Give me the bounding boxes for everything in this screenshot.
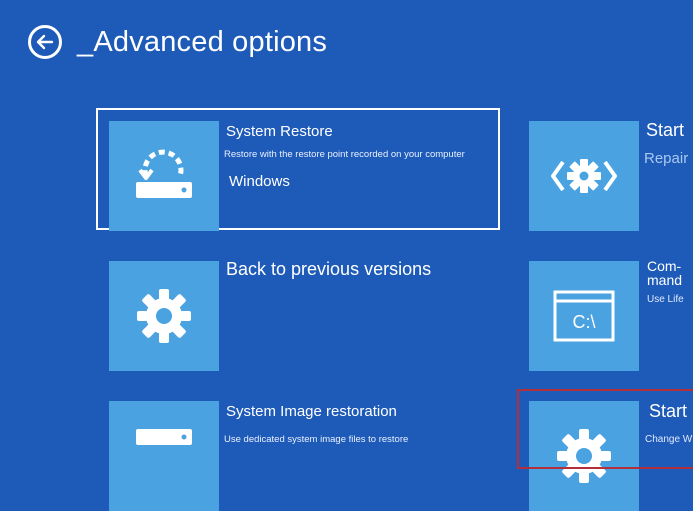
startup-repair-icon-box: [529, 121, 639, 231]
startup-repair-tile[interactable]: Start Repair: [518, 110, 693, 231]
back-button[interactable]: [28, 25, 62, 59]
command-prompt-icon-box: C:\: [529, 261, 639, 371]
gear-icon: [137, 289, 191, 343]
system-restore-tile[interactable]: System Restore Restore with the restore …: [96, 108, 500, 231]
system-image-icon-box: [109, 401, 219, 511]
startup-repair-subtitle: Repair: [644, 150, 689, 167]
code-gear-icon: [551, 159, 617, 193]
startup-repair-title: Start: [646, 120, 685, 140]
command-prompt-title-line2: mand: [647, 272, 683, 288]
previous-versions-icon-box: [109, 261, 219, 371]
system-restore-description: Restore with the restore point recorded …: [224, 149, 465, 160]
back-to-previous-versions-tile[interactable]: Back to previous versions: [98, 250, 498, 371]
command-prompt-icon: C:\: [553, 290, 615, 342]
system-restore-icon: [136, 149, 192, 198]
system-image-restoration-title: System Image restoration: [226, 403, 397, 420]
arrow-left-icon: [36, 34, 54, 50]
svg-text:C:\: C:\: [572, 312, 595, 332]
highlight-frame: [517, 389, 693, 469]
command-prompt-subtitle: Use Life: [647, 294, 684, 305]
drive-icon: [136, 429, 192, 445]
system-restore-icon-box: [109, 121, 219, 231]
page-title: _Advanced options: [77, 25, 328, 58]
system-image-restoration-description: Use dedicated system image files to rest…: [224, 434, 409, 445]
system-image-restoration-tile[interactable]: System Image restoration Use dedicated s…: [98, 390, 498, 511]
command-prompt-tile[interactable]: C:\ Com- mand Use Life: [518, 250, 693, 371]
system-restore-windows-label: Windows: [229, 173, 290, 190]
header: _Advanced options: [28, 20, 327, 64]
back-to-previous-versions-title: Back to previous versions: [226, 259, 432, 279]
system-restore-title: System Restore: [226, 123, 333, 140]
